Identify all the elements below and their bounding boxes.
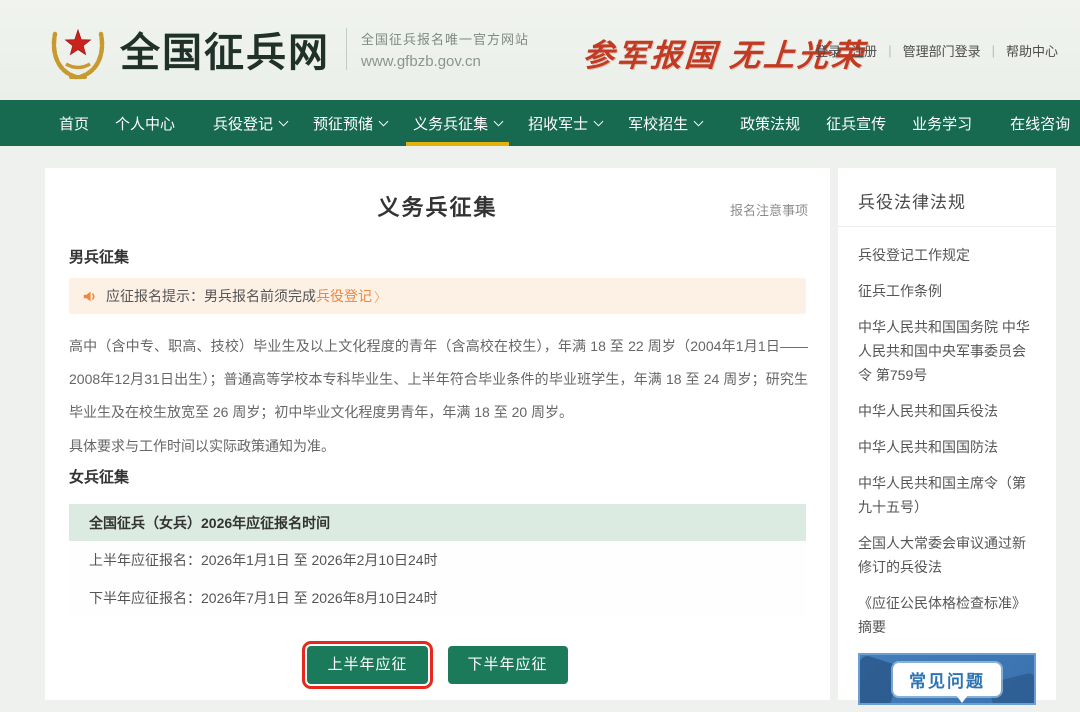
speaker-icon <box>81 288 98 305</box>
site-tagline: 全国征兵报名唯一官方网站 www.gfbzb.gov.cn <box>361 29 529 70</box>
table-row: 上半年应征报名：2026年1月1日 至 2026年2月10日24时 <box>69 541 806 579</box>
law-list-item[interactable]: 《应征公民体格检查标准》摘要 <box>858 591 1036 639</box>
sidebar-card: 兵役法律法规 兵役登记工作规定 征兵工作条例 中华人民共和国国务院 中华人民共和… <box>838 168 1056 700</box>
faq-banner-label: 常见问题 <box>893 663 1001 696</box>
links-separator: | <box>981 43 1006 58</box>
law-list-item[interactable]: 征兵工作条例 <box>858 279 1036 303</box>
nav-item-label: 预征预储 <box>313 113 373 134</box>
nav-item-label: 军校招生 <box>628 113 688 134</box>
nav-item-publicity[interactable]: 征兵宣传 <box>813 100 899 146</box>
nav-item-label: 兵役登记 <box>213 113 273 134</box>
male-enlistment-heading: 男兵征集 <box>69 246 129 267</box>
second-half-apply-button[interactable]: 下半年应征 <box>448 646 568 684</box>
law-list-item[interactable]: 中华人民共和国兵役法 <box>858 399 1036 423</box>
nav-item-nco-recruitment[interactable]: 招收军士 <box>515 100 615 146</box>
service-registration-link[interactable]: 兵役登记 <box>316 286 372 306</box>
law-list-item[interactable]: 全国人大常委会审议通过新修订的兵役法 <box>858 531 1036 579</box>
main-content-card: 义务兵征集 报名注意事项 男兵征集 应征报名提示：男兵报名前须完成兵役登记〉 高… <box>45 168 830 700</box>
law-list-item[interactable]: 中华人民共和国主席令（第九十五号） <box>858 471 1036 519</box>
chevron-down-icon <box>594 116 604 126</box>
site-logo[interactable]: 全国征兵网 全国征兵报名唯一官方网站 www.gfbzb.gov.cn <box>46 17 529 81</box>
notice-text: 应征报名提示：男兵报名前须完成 <box>106 286 316 306</box>
sidebar-title: 兵役法律法规 <box>838 168 1056 226</box>
nav-item-label: 义务兵征集 <box>413 113 488 134</box>
tagline-text: 全国征兵报名唯一官方网站 <box>361 29 529 48</box>
help-center-link[interactable]: 帮助中心 <box>1006 41 1058 60</box>
account-links: 登录 注册 | 管理部门登录 | 帮助中心 <box>815 41 1058 60</box>
registration-notes-link[interactable]: 报名注意事项 <box>730 200 808 219</box>
law-list-item[interactable]: 中华人民共和国国务院 中华人民共和国中央军事委员会令 第759号 <box>858 315 1036 387</box>
registration-notice-bar: 应征报名提示：男兵报名前须完成兵役登记〉 <box>69 278 806 314</box>
law-list-item[interactable]: 中华人民共和国国防法 <box>858 435 1036 459</box>
female-enlistment-heading: 女兵征集 <box>69 466 129 487</box>
site-header: 全国征兵网 全国征兵报名唯一官方网站 www.gfbzb.gov.cn 参军报国… <box>0 0 1080 100</box>
nav-item-policies[interactable]: 政策法规 <box>727 100 813 146</box>
login-link[interactable]: 登录 <box>815 41 841 60</box>
male-eligibility-paragraph: 高中（含中专、职高、技校）毕业生及以上文化程度的青年（含高校在校生），年满 18… <box>69 330 808 429</box>
site-title: 全国征兵网 <box>120 20 330 78</box>
law-list: 兵役登记工作规定 征兵工作条例 中华人民共和国国务院 中华人民共和国中央军事委员… <box>838 227 1056 639</box>
national-emblem-icon <box>46 17 110 81</box>
register-link[interactable]: 注册 <box>851 41 877 60</box>
site-url: www.gfbzb.gov.cn <box>361 53 529 70</box>
female-enlistment-table: 全国征兵（女兵）2026年应征报名时间 上半年应征报名：2026年1月1日 至 … <box>69 504 806 617</box>
nav-item-compulsory-enlistment[interactable]: 义务兵征集 <box>400 100 515 146</box>
nav-item-service-registration[interactable]: 兵役登记 <box>200 100 300 146</box>
chevron-down-icon <box>694 116 704 126</box>
law-list-item[interactable]: 兵役登记工作规定 <box>858 243 1036 267</box>
table-header: 全国征兵（女兵）2026年应征报名时间 <box>69 504 806 541</box>
first-half-apply-button[interactable]: 上半年应征 <box>307 646 427 684</box>
chevron-down-icon <box>379 116 389 126</box>
nav-item-online-consult[interactable]: 在线咨询 <box>997 100 1080 146</box>
logo-divider <box>346 28 347 70</box>
nav-item-home[interactable]: 首页 <box>46 100 102 146</box>
nav-item-business-learning[interactable]: 业务学习 <box>899 100 985 146</box>
faq-banner[interactable]: 常见问题 <box>858 653 1036 705</box>
admin-login-link[interactable]: 管理部门登录 <box>903 41 981 60</box>
chevron-down-icon <box>279 116 289 126</box>
table-row: 下半年应征报名：2026年7月1日 至 2026年8月10日24时 <box>69 579 806 617</box>
main-nav: 首页 个人中心 兵役登记 预征预储 义务兵征集 招收军士 军校招生 政策法规 征… <box>0 100 1080 146</box>
action-buttons: 上半年应征 下半年应征 <box>45 646 830 684</box>
chevron-down-icon <box>494 116 504 126</box>
page-title: 义务兵征集 <box>45 190 830 222</box>
nav-item-label: 招收军士 <box>528 113 588 134</box>
nav-item-pre-enlistment[interactable]: 预征预储 <box>300 100 400 146</box>
nav-item-personal-center[interactable]: 个人中心 <box>102 100 188 146</box>
links-separator: | <box>877 43 902 58</box>
policy-note-paragraph: 具体要求与工作时间以实际政策通知为准。 <box>69 430 808 463</box>
nav-item-academy-admission[interactable]: 军校招生 <box>615 100 715 146</box>
arrow-right-icon: 〉 <box>374 287 387 306</box>
